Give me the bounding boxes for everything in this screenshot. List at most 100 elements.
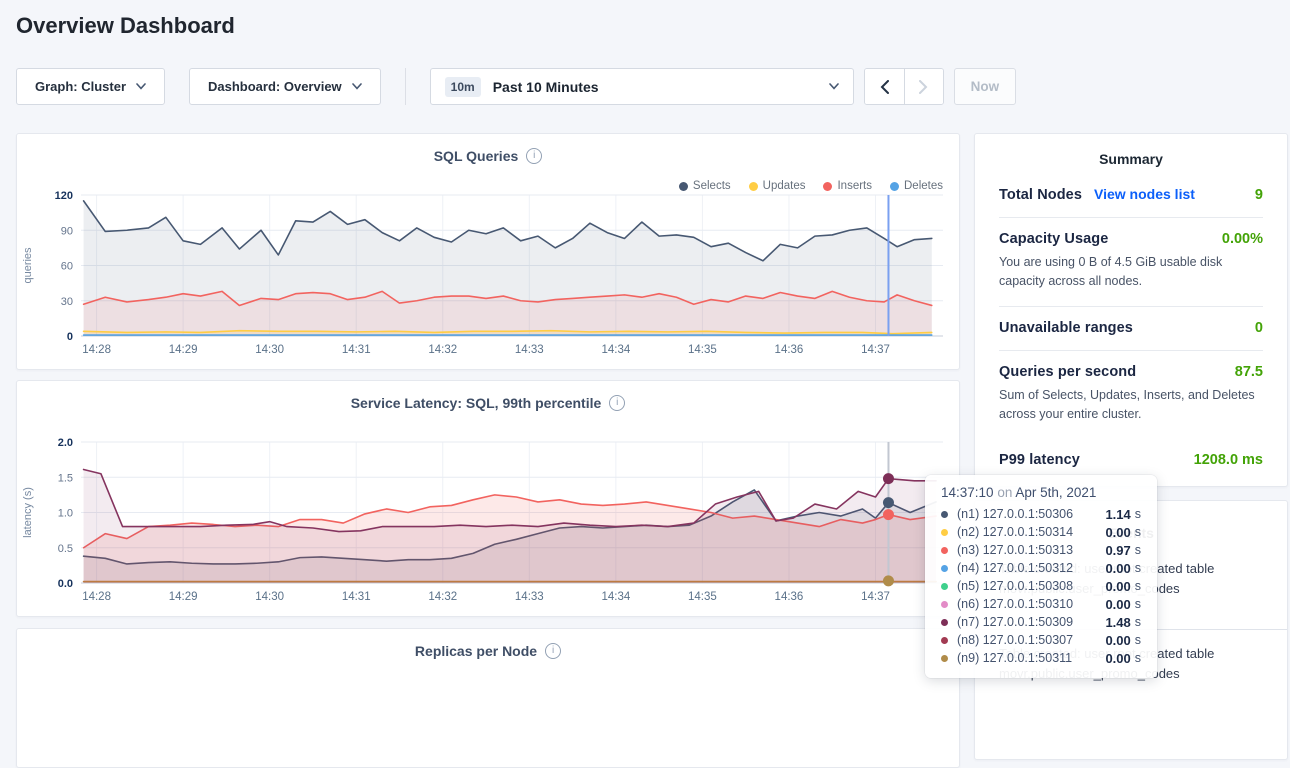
- summary-row-desc: Sum of Selects, Updates, Inserts, and De…: [999, 386, 1263, 425]
- svg-text:14:29: 14:29: [169, 344, 198, 356]
- tooltip-node-value: 0.00: [1105, 651, 1130, 666]
- tooltip-node-label: (n1) 127.0.0.1:50306: [957, 507, 1073, 521]
- tooltip-node-unit: s: [1135, 633, 1141, 647]
- series-dot-icon: [941, 601, 948, 608]
- summary-row-label: Unavailable ranges: [999, 320, 1133, 336]
- tooltip-node-value: 1.14: [1105, 507, 1130, 522]
- sql-queries-card: SQL Queries i SelectsUpdatesInsertsDelet…: [16, 133, 960, 370]
- svg-text:14:36: 14:36: [775, 344, 804, 356]
- chart-title-service-latency: Service Latency: SQL, 99th percentile: [351, 395, 602, 411]
- tooltip-node-unit: s: [1135, 615, 1141, 629]
- tooltip-row: (n4) 127.0.0.1:503120.00s: [941, 559, 1141, 577]
- prev-range-button[interactable]: [865, 69, 904, 104]
- svg-text:1.5: 1.5: [58, 472, 73, 484]
- chart-title-replicas: Replicas per Node: [415, 643, 537, 659]
- summary-row-top: Capacity Usage0.00%: [999, 231, 1263, 247]
- summary-row-top: Total Nodes View nodes list 9: [999, 186, 1263, 203]
- svg-text:14:30: 14:30: [255, 591, 284, 603]
- series-dot-icon: [941, 583, 948, 590]
- chevron-down-icon: [352, 83, 362, 90]
- svg-text:0: 0: [67, 331, 73, 343]
- summary-row-value: 9: [1255, 187, 1263, 203]
- next-range-button[interactable]: [904, 69, 943, 104]
- graph-dropdown[interactable]: Graph: Cluster: [16, 68, 165, 105]
- info-icon[interactable]: i: [609, 395, 625, 411]
- summary-row: Queries per second87.5 Sum of Selects, Up…: [999, 351, 1263, 439]
- info-icon[interactable]: i: [526, 148, 542, 164]
- tooltip-node-unit: s: [1135, 507, 1141, 521]
- view-nodes-list-link[interactable]: View nodes list: [1094, 186, 1195, 202]
- tooltip-node-unit: s: [1135, 597, 1141, 611]
- svg-text:latency (s): latency (s): [22, 487, 34, 538]
- summary-panel: Summary Total NodesView nodes list9Capac…: [974, 133, 1288, 487]
- summary-rows: Total Nodes View nodes list 9 Capacity Usag…: [975, 173, 1287, 482]
- summary-row-top: P99 latency 1208.0 ms: [999, 452, 1263, 468]
- svg-text:2.0: 2.0: [58, 437, 73, 449]
- tooltip-node-unit: s: [1135, 651, 1141, 665]
- time-range-label: Past 10 Minutes: [493, 79, 599, 95]
- svg-text:14:37: 14:37: [861, 344, 890, 356]
- svg-text:90: 90: [61, 225, 73, 237]
- controls-divider: [405, 68, 406, 105]
- summary-row-value: 0.00%: [1222, 231, 1263, 247]
- summary-row-value: 1208.0 ms: [1194, 452, 1263, 468]
- series-dot-icon: [941, 511, 948, 518]
- info-icon[interactable]: i: [545, 643, 561, 659]
- time-range-dropdown[interactable]: 10m Past 10 Minutes: [430, 68, 854, 105]
- svg-text:60: 60: [61, 261, 73, 273]
- tooltip-node-value: 0.97: [1105, 543, 1130, 558]
- tooltip-timestamp: 14:37:10 on Apr 5th, 2021: [941, 485, 1141, 500]
- svg-text:14:35: 14:35: [688, 344, 717, 356]
- time-range-nav: [864, 68, 944, 105]
- svg-text:14:34: 14:34: [601, 591, 630, 603]
- summary-row-label: Total Nodes: [999, 187, 1082, 203]
- service-latency-chart[interactable]: 14:2814:2914:3014:3114:3214:3314:3414:35…: [17, 431, 959, 613]
- tooltip-node-value: 0.00: [1105, 597, 1130, 612]
- tooltip-node-label: (n9) 127.0.0.1:50311: [957, 651, 1072, 665]
- tooltip-row: (n2) 127.0.0.1:503140.00s: [941, 523, 1141, 541]
- tooltip-node-unit: s: [1135, 579, 1141, 593]
- svg-text:queries: queries: [22, 247, 34, 284]
- svg-text:14:31: 14:31: [342, 591, 371, 603]
- summary-row-value: 87.5: [1235, 364, 1263, 380]
- tooltip-node-value: 0.00: [1105, 525, 1130, 540]
- svg-text:14:30: 14:30: [255, 344, 284, 356]
- svg-text:0.5: 0.5: [58, 543, 73, 555]
- tooltip-node-label: (n6) 127.0.0.1:50310: [957, 597, 1073, 611]
- replicas-per-node-card: Replicas per Node i: [16, 628, 960, 768]
- tooltip-node-unit: s: [1135, 543, 1141, 557]
- sql-queries-chart[interactable]: 14:2814:2914:3014:3114:3214:3314:3414:35…: [17, 184, 959, 366]
- svg-text:14:32: 14:32: [428, 344, 457, 356]
- graph-dropdown-label: Graph: Cluster: [35, 79, 126, 94]
- tooltip-node-label: (n7) 127.0.0.1:50309: [957, 615, 1073, 629]
- svg-text:14:36: 14:36: [775, 591, 804, 603]
- tooltip-row: (n1) 127.0.0.1:50306 1.14 s: [941, 505, 1141, 523]
- tooltip-node-unit: s: [1135, 561, 1141, 575]
- chevron-down-icon: [829, 83, 839, 90]
- tooltip-row: (n7) 127.0.0.1:503091.48s: [941, 613, 1141, 631]
- svg-text:14:33: 14:33: [515, 344, 544, 356]
- series-dot-icon: [941, 529, 948, 536]
- summary-row-top: Queries per second87.5: [999, 364, 1263, 380]
- tooltip-node-value: 0.00: [1105, 633, 1130, 648]
- chart-hover-tooltip: 14:37:10 on Apr 5th, 2021 (n1) 127.0.0.1…: [925, 475, 1157, 678]
- dashboard-dropdown[interactable]: Dashboard: Overview: [189, 68, 381, 105]
- svg-text:14:28: 14:28: [82, 591, 111, 603]
- now-button[interactable]: Now: [954, 68, 1017, 105]
- svg-text:0.0: 0.0: [58, 578, 73, 590]
- tooltip-row: (n9) 127.0.0.1:50311 0.00 s: [941, 649, 1141, 667]
- service-latency-card: Service Latency: SQL, 99th percentile i …: [16, 380, 960, 617]
- time-range-badge: 10m: [445, 77, 481, 97]
- svg-text:14:29: 14:29: [169, 591, 198, 603]
- summary-row-desc: You are using 0 B of 4.5 GiB usable disk…: [999, 253, 1263, 292]
- tooltip-node-label: (n2) 127.0.0.1:50314: [957, 525, 1073, 539]
- chevron-left-icon: [880, 80, 889, 94]
- series-dot-icon: [941, 619, 948, 626]
- series-dot-icon: [941, 637, 948, 644]
- page-title: Overview Dashboard: [16, 13, 235, 39]
- svg-text:14:31: 14:31: [342, 344, 371, 356]
- summary-row-label: P99 latency: [999, 452, 1080, 468]
- tooltip-row: (n3) 127.0.0.1:503130.97s: [941, 541, 1141, 559]
- tooltip-row: (n8) 127.0.0.1:503070.00s: [941, 631, 1141, 649]
- chart-title-sql-queries: SQL Queries: [434, 148, 519, 164]
